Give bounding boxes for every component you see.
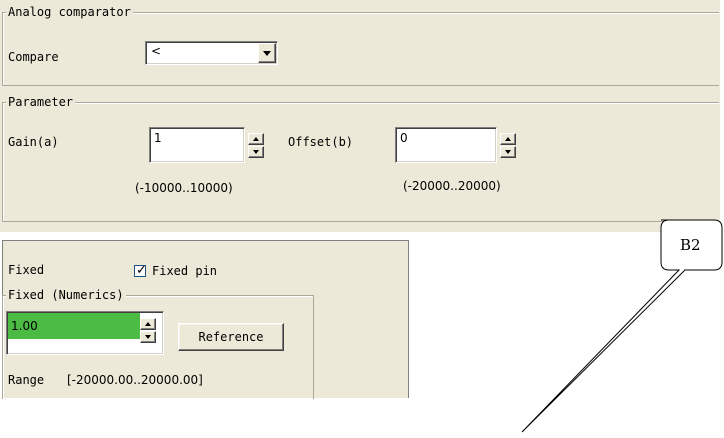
analog-comparator-group <box>2 12 719 86</box>
compare-dropdown-button[interactable] <box>258 43 276 63</box>
arrow-down-icon <box>253 150 259 154</box>
fixed-value: 1.00 <box>11 319 38 333</box>
fixed-pin-checkbox[interactable]: ✓ <box>134 263 147 278</box>
analog-comparator-title: Analog comparator <box>6 5 133 19</box>
checkmark-icon: ✓ <box>136 263 147 278</box>
chevron-down-icon <box>263 50 271 56</box>
arrow-down-icon <box>505 150 511 154</box>
parameter-title: Parameter <box>6 95 76 109</box>
fixed-numerics-title: Fixed (Numerics) <box>6 288 126 302</box>
fixed-spin-down[interactable] <box>140 331 156 343</box>
offset-spin-up[interactable] <box>500 133 516 145</box>
compare-select[interactable]: < <box>145 41 278 65</box>
offset-value: 0 <box>400 131 408 145</box>
gain-spin-up[interactable] <box>248 133 264 145</box>
offset-input[interactable]: 0 <box>395 127 497 163</box>
range-label: Range <box>8 373 45 387</box>
gain-range: (-10000..10000) <box>135 181 233 195</box>
callout-label: B2 <box>680 236 701 254</box>
gain-input[interactable]: 1 <box>149 127 245 163</box>
gain-value: 1 <box>154 131 162 145</box>
compare-label: Compare <box>8 50 59 64</box>
offset-spinner[interactable] <box>500 133 516 159</box>
gain-spin-down[interactable] <box>248 146 264 158</box>
arrow-down-icon <box>145 335 151 339</box>
fixed-label: Fixed <box>8 263 45 277</box>
offset-label: Offset(b) <box>288 135 354 149</box>
range-value: [-20000.00..20000.00] <box>67 373 203 387</box>
arrow-up-icon <box>145 322 151 326</box>
offset-range: (-20000..20000) <box>403 179 501 193</box>
gain-spinner[interactable] <box>248 133 264 159</box>
reference-button[interactable]: Reference <box>178 323 284 351</box>
fixed-spin-up[interactable] <box>140 318 156 330</box>
offset-spin-down[interactable] <box>500 146 516 158</box>
compare-select-value: < <box>151 44 162 58</box>
fixed-spinner[interactable] <box>140 318 156 344</box>
gain-label: Gain(a) <box>8 135 59 149</box>
arrow-up-icon <box>505 137 511 141</box>
fixed-pin-label[interactable]: Fixed pin <box>152 264 217 278</box>
parameter-group <box>2 102 719 222</box>
arrow-up-icon <box>253 137 259 141</box>
